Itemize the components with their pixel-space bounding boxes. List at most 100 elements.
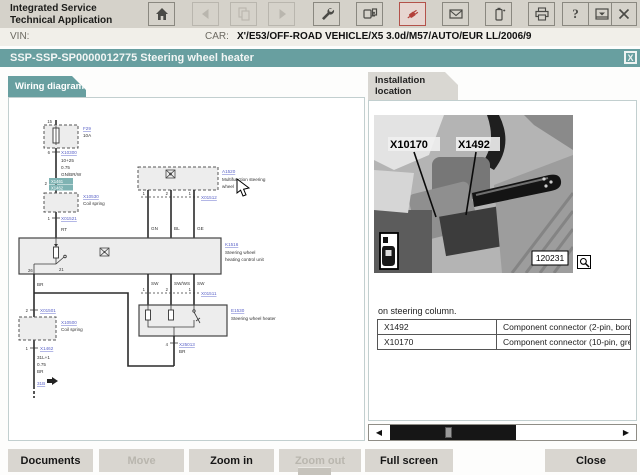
cu-label-1: Steering wheel bbox=[225, 250, 255, 255]
documents-button[interactable]: Documents bbox=[8, 449, 93, 472]
connector-table: X1492 Component connector (2-pin, bordea… bbox=[377, 319, 631, 350]
installation-caption: on steering column. bbox=[378, 306, 457, 316]
mfl-pin-1: 1 bbox=[143, 191, 146, 196]
wiring-diagram-svg: 15 F29 10A 6 X10300 10+25 0.75 GN/BR/W 2… bbox=[9, 98, 364, 440]
link-x01512[interactable]: X01512 bbox=[201, 195, 217, 200]
battery-button[interactable] bbox=[485, 2, 512, 26]
wire-rt: RT bbox=[61, 227, 67, 232]
link-x01501[interactable]: X01501 bbox=[40, 308, 56, 313]
scroll-thumb[interactable] bbox=[445, 427, 452, 438]
heater-label: Steering wheel heater bbox=[231, 316, 276, 321]
tab-installation-line1: Installation bbox=[375, 75, 458, 86]
display-icon bbox=[594, 6, 610, 22]
mfl-pin-3: 1 bbox=[189, 191, 192, 196]
forward-button[interactable] bbox=[268, 2, 295, 26]
photo-zoom-button[interactable] bbox=[577, 255, 591, 269]
print-button[interactable] bbox=[528, 2, 555, 26]
link-x25013[interactable]: X25013 bbox=[179, 342, 195, 347]
coil2-label: Coil spring bbox=[61, 327, 83, 332]
htr-pin-2: 2 bbox=[166, 287, 169, 292]
scroll-left-arrow[interactable]: ◀ bbox=[369, 425, 389, 440]
scrollbar-fragment bbox=[298, 467, 331, 475]
wiring-diagram-panel[interactable]: 15 F29 10A 6 X10300 10+25 0.75 GN/BR/W 2… bbox=[8, 97, 365, 441]
measurement-plug-icon bbox=[405, 6, 421, 22]
connector-desc: Component connector (2-pin, bordeaux) bbox=[497, 320, 631, 335]
link-fuse[interactable]: F29 bbox=[83, 126, 91, 131]
link-ground[interactable]: 31B bbox=[37, 381, 45, 386]
measurement-plug-button[interactable] bbox=[399, 2, 426, 26]
top-toolbar: Integrated Service Technical Application bbox=[0, 0, 640, 29]
home-button[interactable] bbox=[148, 2, 175, 26]
fuse-pin: 15 bbox=[47, 119, 52, 124]
car-position-icon bbox=[380, 233, 398, 269]
chip-x1461-label: X1461 bbox=[51, 179, 64, 184]
fuse-rating: 10A bbox=[83, 133, 92, 138]
conn-mid-pin: 1 bbox=[48, 216, 51, 221]
car-value: X'/E53/OFF-ROAD VEHICLE/X5 3.0d/M57/AUTO… bbox=[237, 31, 532, 42]
mail-button[interactable] bbox=[442, 2, 469, 26]
chip-x1462-label: X1462 bbox=[51, 186, 64, 191]
wire-spec-1: 10+25 bbox=[61, 158, 74, 163]
table-row: X10170 Component connector (10-pin, gree… bbox=[378, 335, 631, 350]
tab-wiring-diagram[interactable]: Wiring diagram bbox=[8, 76, 86, 97]
move-button[interactable]: Move bbox=[99, 449, 184, 472]
wire-spec-2: 0.75 bbox=[61, 165, 70, 170]
printer-icon bbox=[534, 6, 550, 22]
link-mfl[interactable]: A1520 bbox=[222, 169, 236, 174]
photo-label-x10170: X10170 bbox=[390, 139, 428, 151]
mfl-pin-2: 2 bbox=[166, 191, 169, 196]
tab-installation-location[interactable]: Installation location bbox=[368, 72, 458, 100]
close-icon bbox=[616, 6, 632, 22]
connector-id: X1492 bbox=[378, 320, 497, 335]
link-x10300[interactable]: X10300 bbox=[61, 150, 77, 155]
spec-bot-3: BR bbox=[37, 369, 44, 374]
help-icon: ? bbox=[572, 6, 579, 22]
gc-pin-1: 2 bbox=[26, 308, 29, 313]
vin-label: VIN: bbox=[10, 31, 29, 42]
htr-pin-3: 1 bbox=[189, 287, 192, 292]
wire-br2: BR bbox=[179, 349, 186, 354]
installation-photo[interactable]: X10170 X1492 120231 bbox=[374, 115, 573, 273]
link-coil1[interactable]: X10530 bbox=[83, 194, 99, 199]
conn-top-pin: 6 bbox=[48, 150, 51, 155]
help-button[interactable]: ? bbox=[562, 2, 589, 26]
app-close-button[interactable] bbox=[611, 2, 637, 26]
tab-installation-line2: location bbox=[375, 86, 458, 97]
cu-label-2: heating control unit bbox=[225, 257, 265, 262]
document-title: SSP-SSP-SP0000012775 Steering wheel heat… bbox=[10, 52, 254, 64]
wire-sw1: SW bbox=[151, 281, 159, 286]
magnifier-icon bbox=[579, 257, 590, 268]
session-document-button[interactable] bbox=[230, 2, 257, 26]
back-icon bbox=[198, 6, 214, 22]
htr-pin-1: 1 bbox=[143, 287, 146, 292]
mouse-cursor bbox=[236, 178, 250, 198]
wire-swws: SW/WS bbox=[174, 281, 190, 286]
photo-number: 120231 bbox=[536, 253, 565, 263]
wire-spec-3: GN/BR/W bbox=[61, 172, 82, 177]
svg-text:26: 26 bbox=[28, 268, 33, 273]
close-button[interactable]: Close bbox=[545, 449, 637, 472]
scroll-track-fill[interactable] bbox=[390, 425, 516, 440]
tools-button[interactable] bbox=[313, 2, 340, 26]
link-heater[interactable]: E1530 bbox=[231, 308, 245, 313]
link-coil2[interactable]: X10500 bbox=[61, 320, 77, 325]
forward-icon bbox=[274, 6, 290, 22]
zoom-in-button[interactable]: Zoom in bbox=[189, 449, 274, 472]
diagnostic-device-button[interactable] bbox=[356, 2, 383, 26]
link-control-unit[interactable]: K1516 bbox=[225, 242, 239, 247]
link-x01521[interactable]: X01521 bbox=[61, 216, 77, 221]
svg-text:21: 21 bbox=[59, 267, 64, 272]
back-button[interactable] bbox=[192, 2, 219, 26]
chip-pin: 2 bbox=[45, 181, 48, 186]
link-x1462[interactable]: X1462 bbox=[40, 346, 54, 351]
mail-icon bbox=[448, 6, 464, 22]
app-title: Integrated Service Technical Application bbox=[10, 3, 112, 27]
document-close-button[interactable]: X bbox=[624, 51, 637, 64]
ista-window: Integrated Service Technical Application bbox=[0, 0, 640, 475]
full-screen-button[interactable]: Full screen bbox=[365, 449, 453, 472]
photo-label-x1492: X1492 bbox=[458, 139, 490, 151]
link-x01511[interactable]: X01511 bbox=[201, 291, 217, 296]
table-row: X1492 Component connector (2-pin, bordea… bbox=[378, 320, 631, 335]
scroll-right-arrow[interactable]: ▶ bbox=[616, 425, 636, 440]
horizontal-scrollbar[interactable]: ◀ ▶ bbox=[368, 424, 637, 441]
